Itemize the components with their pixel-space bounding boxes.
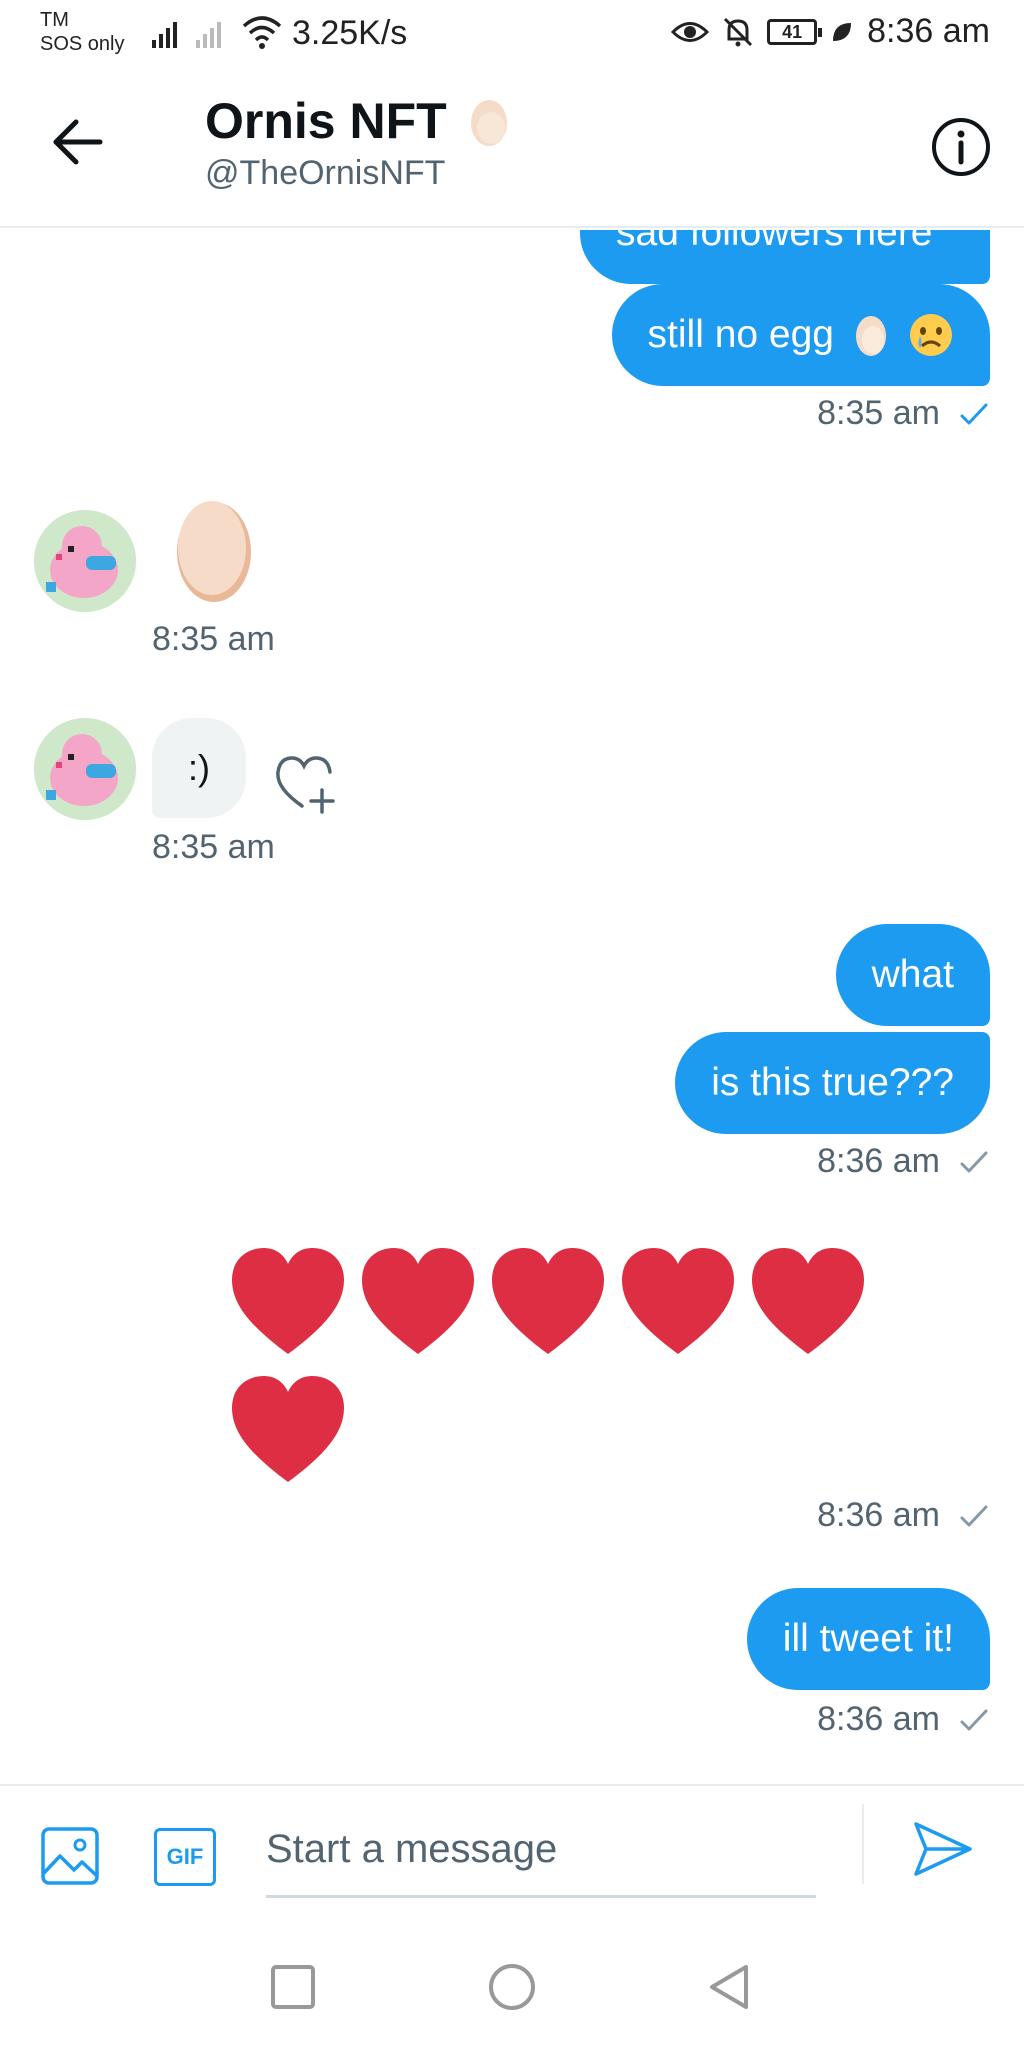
carrier-name: TM [40,9,69,31]
conversation-title[interactable]: Ornis NFT [205,92,447,150]
message-timestamp: 8:36 am [817,1496,988,1535]
sent-check-icon [960,1709,988,1730]
image-icon[interactable] [40,1826,100,1886]
sent-check-icon [960,1151,988,1172]
avatar[interactable] [34,718,136,820]
back-arrow-icon[interactable] [48,112,108,172]
eye-icon [671,21,710,42]
message-input[interactable] [266,1804,816,1898]
message-list[interactable]: sad followers here still no egg 8:35 am [0,230,1024,1785]
conversation-header: Ornis NFT @TheOrnisNFT [0,68,1024,228]
heart-emoji-icon [232,1376,344,1482]
timestamp-text: 8:36 am [817,1700,940,1738]
message-timestamp: 8:36 am [817,1142,988,1181]
crying-face-emoji-icon [910,314,952,356]
wifi-icon [242,16,282,49]
message-text: what [871,953,954,996]
network-speed: 3.25K/s [292,14,408,52]
message-timestamp: 8:36 am [817,1700,988,1739]
battery-indicator: 41 [767,18,823,45]
add-reaction-heart-icon[interactable] [272,754,338,814]
message-composer: GIF [0,1784,1024,1924]
message-text: sad followers here [616,230,933,254]
avatar-bird-image [34,510,136,612]
message-bubble-ill-tweet-it[interactable]: ill tweet it! [746,1588,990,1690]
timestamp-text: 8:35 am [817,394,940,432]
seen-check-icon [960,403,988,424]
mute-bell-icon [724,17,753,46]
message-text: ill tweet it! [782,1617,954,1660]
heart-emoji-icon [362,1248,474,1354]
message-timestamp: 8:35 am [817,394,988,433]
send-icon[interactable] [912,1818,974,1880]
egg-emoji-icon [856,316,886,356]
heart-emoji-icon [752,1248,864,1354]
heart-emoji-icon [492,1248,604,1354]
message-bubble-still-no-egg[interactable]: still no egg [611,284,990,386]
composer-divider [862,1804,864,1884]
info-icon[interactable] [930,116,992,178]
message-bubble-what[interactable]: what [835,924,990,1026]
timestamp-text: 8:36 am [817,1142,940,1180]
message-timestamp: 8:35 am [152,828,275,866]
avatar-bird-image [34,718,136,820]
conversation-handle[interactable]: @TheOrnisNFT [205,154,445,193]
message-bubble-partial[interactable]: sad followers here [580,230,990,284]
heart-emoji-icon [232,1248,344,1354]
egg-icon [470,100,507,146]
message-bubble-smiley[interactable]: :) [152,718,246,818]
message-bubble-is-this-true[interactable]: is this true??? [675,1032,990,1134]
sos-status: SOS only [40,33,125,55]
message-text: still no egg [647,313,834,356]
signal-icon [152,16,177,48]
carrier-info: TM SOS only [40,8,124,56]
timestamp-text: 8:36 am [817,1496,940,1534]
avatar[interactable] [34,510,136,612]
egg-emoji-icon[interactable] [174,494,254,606]
home-icon[interactable] [487,1962,537,2012]
sent-check-icon [960,1505,988,1526]
heart-emoji-icon [622,1248,734,1354]
message-text: is this true??? [711,1061,954,1104]
gif-button[interactable]: GIF [154,1828,216,1886]
signal-2-icon [196,16,221,48]
message-text: :) [188,747,210,788]
recent-apps-icon[interactable] [268,1962,318,2012]
system-navigation-bar [0,1924,1024,2048]
message-timestamp: 8:35 am [152,620,275,658]
leaf-icon [833,22,852,41]
status-time: 8:36 am [867,12,990,50]
hearts-emoji-message[interactable] [230,1246,890,1488]
back-nav-icon[interactable] [704,1962,754,2012]
status-bar: TM SOS only 3.25K/s 41 8:36 am [0,0,1024,68]
